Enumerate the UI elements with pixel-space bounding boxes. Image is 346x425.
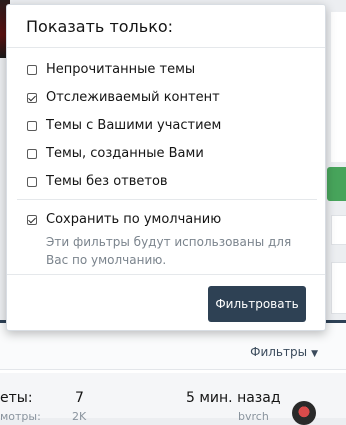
caret-down-icon: ▼ <box>311 349 318 359</box>
option-no-replies[interactable]: Темы без ответов <box>27 174 168 189</box>
sidebar-block <box>331 215 346 245</box>
option-label: Отслеживаемый контент <box>46 90 220 105</box>
checkbox-watched[interactable] <box>27 92 37 103</box>
views-count: 2K <box>72 410 87 423</box>
views-label: мотры: <box>0 410 41 423</box>
option-label: Темы с Вашими участием <box>46 118 222 133</box>
sidebar-block <box>331 262 346 314</box>
save-default-hint: Эти фильтры будут использованы для Вас п… <box>46 235 292 267</box>
filter-submit-button[interactable]: Фильтровать <box>208 286 306 322</box>
checkbox-no-replies[interactable] <box>27 176 37 187</box>
filters-button[interactable]: Фильтры ▼ <box>250 345 318 359</box>
checkbox-unread[interactable] <box>27 64 37 75</box>
option-started-by-me[interactable]: Темы, созданные Вами <box>27 146 204 161</box>
menu-footer-divider <box>7 274 325 275</box>
option-watched-content[interactable]: Отслеживаемый контент <box>27 90 220 105</box>
last-post-time[interactable]: 5 мин. назад <box>186 390 281 406</box>
option-label: Темы без ответов <box>46 174 168 189</box>
replies-count: 7 <box>75 390 84 406</box>
menu-title: Показать только: <box>7 5 325 48</box>
option-label: Сохранить по умолчанию <box>46 212 222 227</box>
option-unread-threads[interactable]: Непрочитанные темы <box>27 62 195 77</box>
sidebar-panel <box>331 12 346 162</box>
option-participated[interactable]: Темы с Вашими участием <box>27 118 221 133</box>
checkbox-save-default[interactable] <box>27 214 37 225</box>
option-label: Темы, созданные Вами <box>46 146 204 161</box>
last-post-user[interactable]: bvrch <box>238 410 269 423</box>
divider <box>17 199 317 200</box>
option-save-default[interactable]: Сохранить по умолчанию <box>27 212 221 227</box>
filter-menu: Показать только: Непрочитанные темы Отсл… <box>6 4 326 331</box>
checkbox-participated[interactable] <box>27 120 37 131</box>
filters-label: Фильтры <box>250 345 308 359</box>
option-label: Непрочитанные темы <box>46 62 196 77</box>
thread-list: Фильтры ▼ еты: 7 мотры: 2K 5 мин. назад b… <box>0 320 346 425</box>
checkbox-started[interactable] <box>27 148 37 159</box>
user-avatar[interactable] <box>292 401 316 425</box>
post-thread-button[interactable] <box>327 167 346 201</box>
replies-label: еты: <box>0 390 33 406</box>
